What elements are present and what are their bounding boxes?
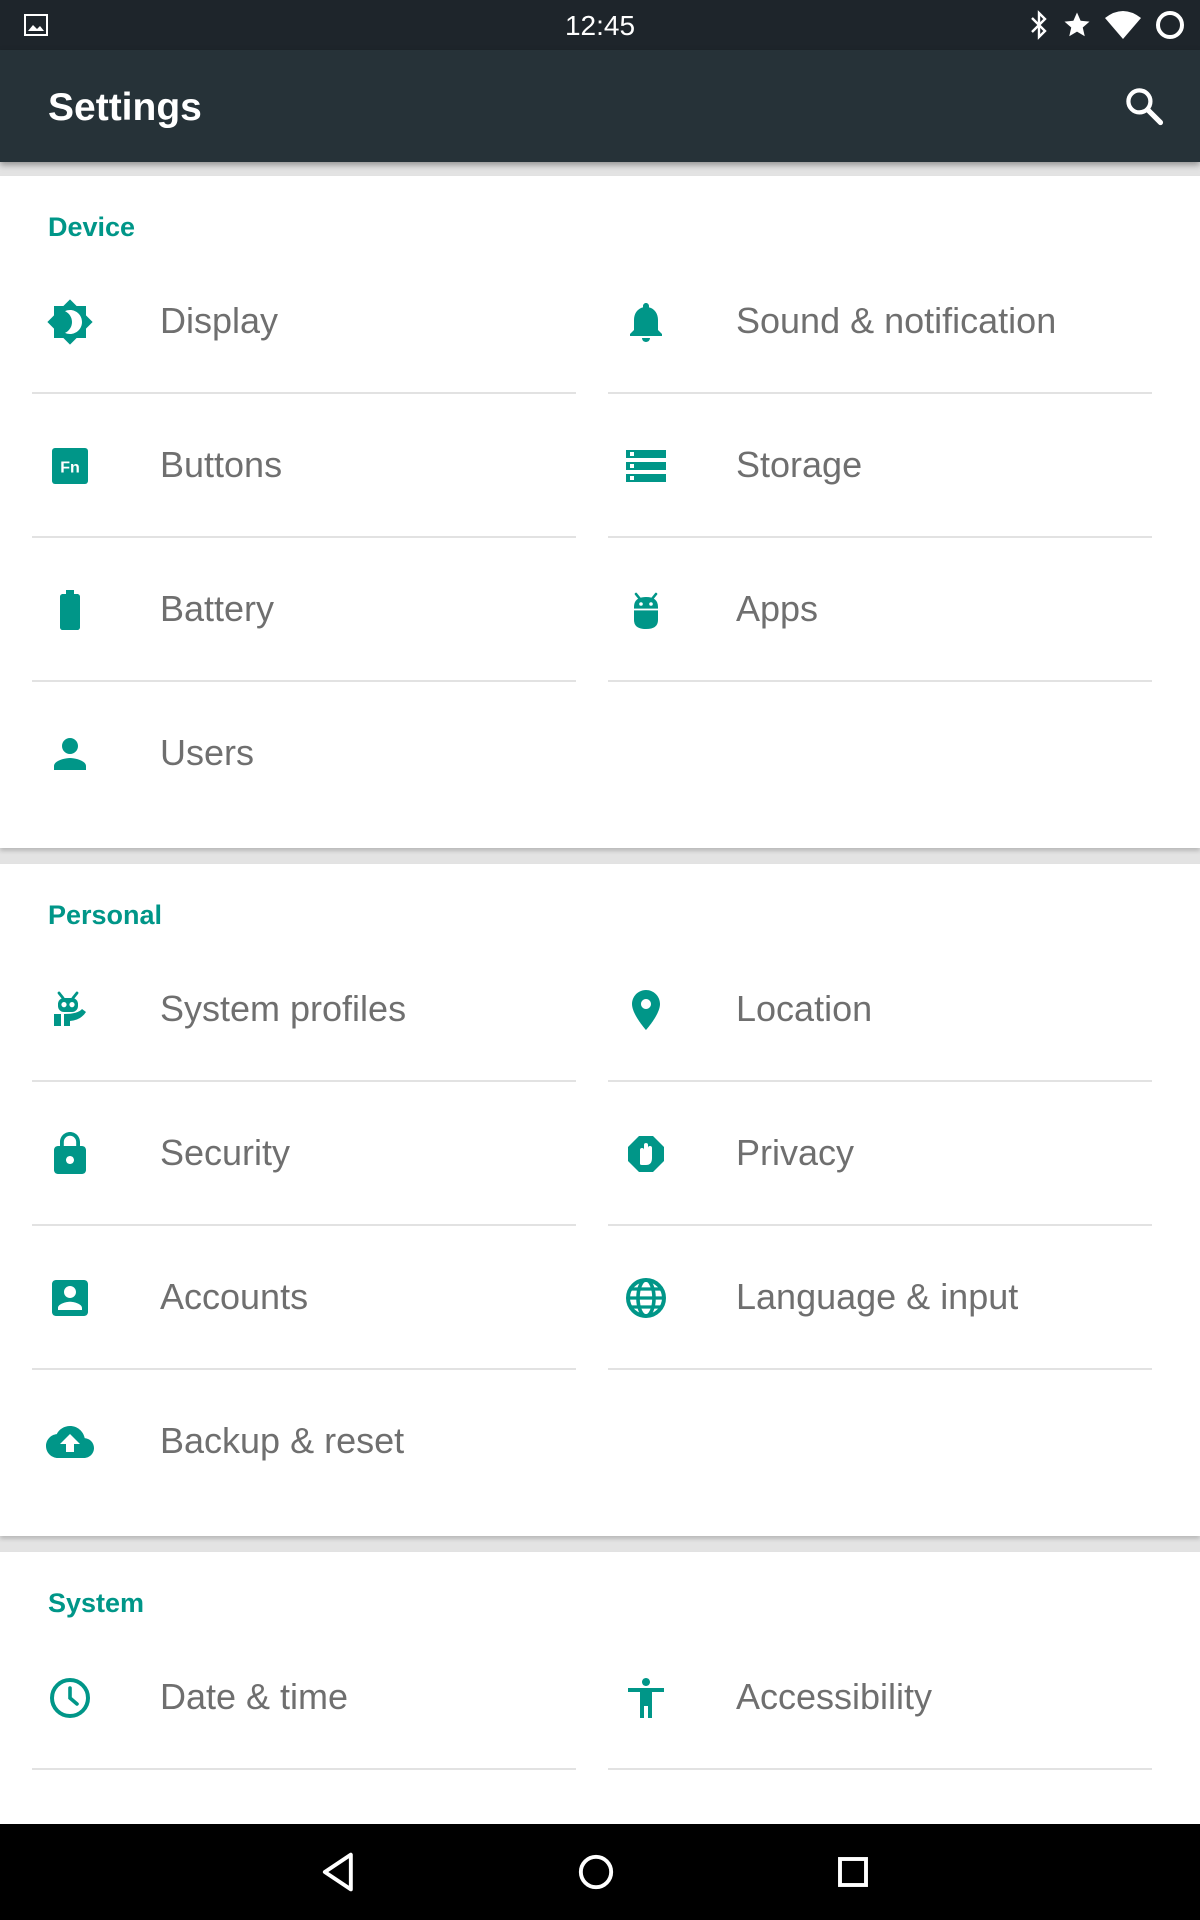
- settings-item-label: Location: [736, 988, 873, 1029]
- section-title-personal: Personal: [48, 900, 163, 930]
- clock-icon: [46, 1674, 94, 1722]
- section-title-device: Device: [48, 212, 136, 242]
- settings-item-date-time[interactable]: Date & time: [32, 1626, 576, 1770]
- page-title: Settings: [48, 86, 202, 129]
- settings-item-location[interactable]: Location: [608, 938, 1152, 1082]
- settings-item-battery[interactable]: Battery: [32, 538, 576, 682]
- settings-item-label: Accessibility: [736, 1676, 933, 1717]
- accessibility-icon: [622, 1674, 670, 1722]
- settings-item-label: Battery: [160, 588, 275, 629]
- navigation-bar: [0, 1824, 1200, 1920]
- settings-item-label: Security: [160, 1132, 291, 1173]
- settings-item-label: Display: [160, 300, 279, 341]
- personal-section: Personal System profiles Location Securi…: [0, 864, 1200, 1536]
- wifi-icon: [1104, 10, 1142, 45]
- settings-item-storage[interactable]: Storage: [608, 394, 1152, 538]
- settings-item-security[interactable]: Security: [32, 1082, 576, 1226]
- settings-item-label: Apps: [736, 588, 819, 629]
- settings-item-label: Date & time: [160, 1676, 349, 1717]
- globe-icon: [622, 1274, 670, 1322]
- settings-item-label: Backup & reset: [160, 1420, 405, 1461]
- settings-item-apps[interactable]: Apps: [608, 538, 1152, 682]
- status-bar: 12:45: [0, 0, 1200, 50]
- settings-item-label: System profiles: [160, 988, 407, 1029]
- battery-ring-icon: [1154, 9, 1186, 46]
- recents-icon[interactable]: [827, 1846, 879, 1898]
- system-section: System Date & time Accessibility: [0, 1552, 1200, 1824]
- search-icon[interactable]: [1122, 84, 1166, 133]
- settings-item-label: Accounts: [160, 1276, 309, 1317]
- settings-item-users[interactable]: Users: [32, 682, 576, 826]
- bell-icon: [622, 298, 670, 346]
- storage-icon: [622, 442, 670, 490]
- privacy-hand-icon: [622, 1130, 670, 1178]
- bluetooth-icon: [1028, 10, 1050, 45]
- status-time: 12:45: [564, 10, 636, 41]
- settings-item-buttons[interactable]: Fn Buttons: [32, 394, 576, 538]
- settings-item-privacy[interactable]: Privacy: [608, 1082, 1152, 1226]
- settings-item-language[interactable]: Language & input: [608, 1226, 1152, 1370]
- settings-item-label: Users: [160, 732, 255, 773]
- settings-item-backup[interactable]: Backup & reset: [32, 1370, 576, 1514]
- brightness-icon: [46, 298, 94, 346]
- settings-item-accounts[interactable]: Accounts: [32, 1226, 576, 1370]
- settings-item-accessibility[interactable]: Accessibility: [608, 1626, 1152, 1770]
- app-bar: Settings: [0, 50, 1200, 162]
- person-icon: [46, 730, 94, 778]
- settings-item-label: Language & input: [736, 1276, 1019, 1317]
- settings-item-sound[interactable]: Sound & notification: [608, 250, 1152, 394]
- settings-item-label: Storage: [736, 444, 863, 485]
- svg-text:Fn: Fn: [60, 459, 80, 476]
- fn-key-icon: Fn: [46, 442, 94, 490]
- settings-item-label: Buttons: [160, 444, 283, 485]
- location-pin-icon: [622, 986, 670, 1034]
- settings-item-label: Privacy: [736, 1132, 855, 1173]
- battery-icon: [46, 586, 94, 634]
- settings-content: Device Display Sound & notification Fn B…: [0, 162, 1200, 1824]
- cloud-upload-icon: [46, 1418, 94, 1466]
- system-icons: [1028, 9, 1186, 46]
- android-icon: [622, 586, 670, 634]
- profiles-robot-icon: [46, 986, 94, 1034]
- settings-item-label: Sound & notification: [736, 300, 1057, 341]
- device-section: Device Display Sound & notification Fn B…: [0, 176, 1200, 848]
- back-icon[interactable]: [314, 1846, 366, 1898]
- lock-icon: [46, 1130, 94, 1178]
- account-box-icon: [46, 1274, 94, 1322]
- settings-item-system-profiles[interactable]: System profiles: [32, 938, 576, 1082]
- section-title-system: System: [48, 1588, 145, 1618]
- star-icon: [1062, 10, 1092, 45]
- settings-item-display[interactable]: Display: [32, 250, 576, 394]
- home-icon[interactable]: [570, 1846, 622, 1898]
